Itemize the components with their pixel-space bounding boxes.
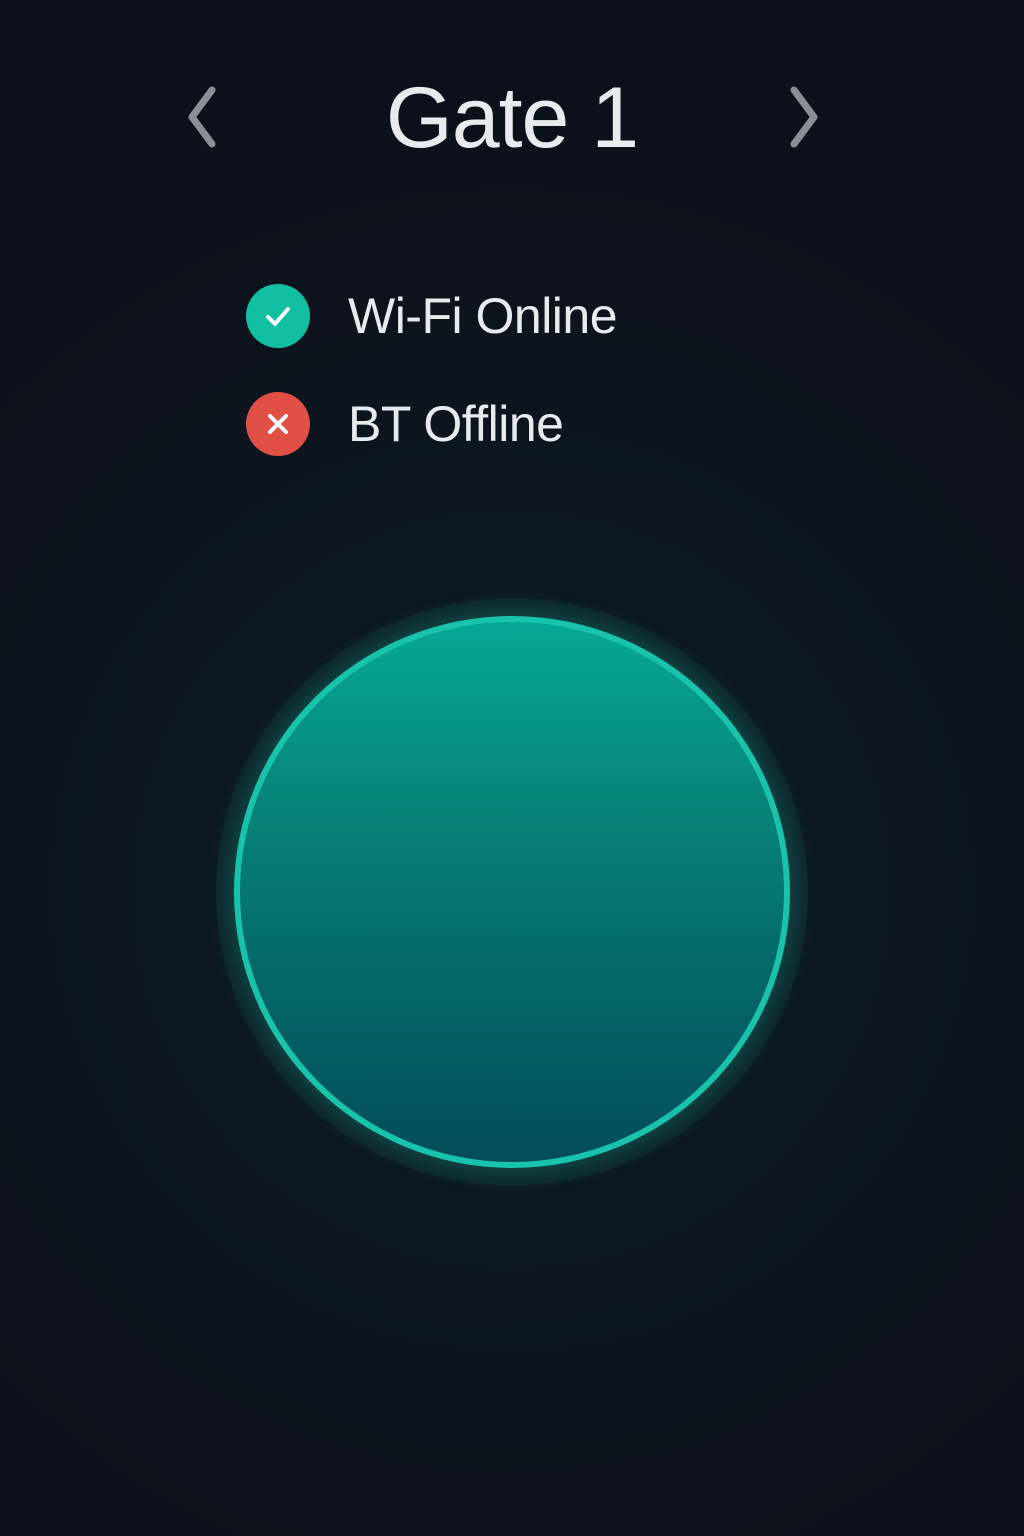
wifi-status: Wi-Fi Online <box>246 284 618 348</box>
check-circle-icon <box>246 284 310 348</box>
connection-status-list: Wi-Fi Online BT Offline <box>246 284 618 500</box>
next-gate-button[interactable] <box>772 84 836 154</box>
open-gate-button[interactable] <box>234 616 790 1168</box>
x-circle-icon <box>246 392 310 456</box>
gate-control-screen: Gate 1 Wi-Fi Online BT Offline <box>0 0 1024 1536</box>
header: Gate 1 <box>0 60 1024 180</box>
bt-status-label: BT Offline <box>348 396 564 452</box>
bt-status: BT Offline <box>246 392 617 456</box>
page-title: Gate 1 <box>385 70 639 166</box>
gate-button-glow <box>216 598 808 1186</box>
chevron-right-icon <box>782 82 826 157</box>
wifi-status-label: Wi-Fi Online <box>348 288 618 344</box>
